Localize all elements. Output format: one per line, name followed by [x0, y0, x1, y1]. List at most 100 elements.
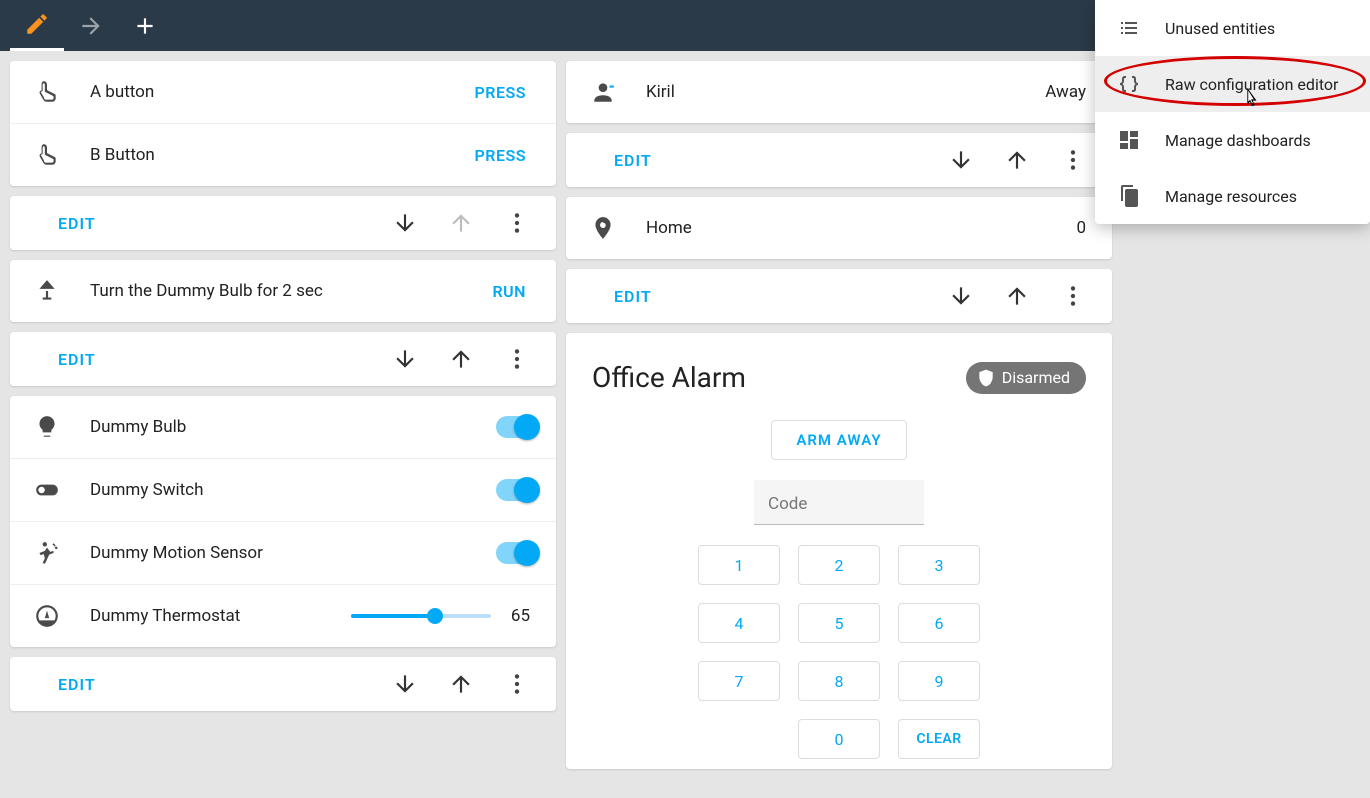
pencil-icon — [24, 11, 50, 37]
arrow-down-icon — [392, 671, 418, 697]
dashboard-icon — [1117, 128, 1141, 152]
move-up-button[interactable] — [1004, 283, 1030, 309]
keypad-2[interactable]: 2 — [798, 545, 880, 585]
move-up-button[interactable] — [448, 346, 474, 372]
menu-unused-entities[interactable]: Unused entities — [1095, 0, 1370, 56]
entity-label: Dummy Motion Sensor — [90, 543, 496, 563]
move-down-button[interactable] — [948, 283, 974, 309]
menu-item-label: Unused entities — [1165, 19, 1275, 38]
move-up-button[interactable] — [448, 671, 474, 697]
tab-next[interactable] — [64, 0, 118, 51]
script-card: Turn the Dummy Bulb for 2 sec RUN — [10, 260, 556, 322]
map-marker-icon — [586, 211, 620, 245]
overflow-menu-button[interactable] — [504, 346, 530, 372]
thermostat-slider[interactable] — [351, 614, 491, 618]
thermostat-value: 65 — [511, 606, 536, 626]
arrow-up-icon — [448, 210, 474, 236]
keypad-clear[interactable]: CLEAR — [898, 719, 980, 759]
menu-item-label: Raw configuration editor — [1165, 75, 1338, 94]
alarm-status-badge: Disarmed — [966, 362, 1086, 394]
move-up-button — [448, 210, 474, 236]
arrow-right-icon — [78, 13, 104, 39]
edit-button[interactable]: EDIT — [58, 214, 96, 233]
zone-value: 0 — [1076, 218, 1092, 238]
menu-item-label: Manage dashboards — [1165, 131, 1311, 150]
script-row[interactable]: Turn the Dummy Bulb for 2 sec RUN — [10, 260, 556, 322]
entity-row-bulb[interactable]: Dummy Bulb — [10, 396, 556, 458]
edit-button[interactable]: EDIT — [58, 350, 96, 369]
toggle-switch[interactable] — [496, 542, 536, 564]
entity-row-motion[interactable]: Dummy Motion Sensor — [10, 521, 556, 584]
edit-button[interactable]: EDIT — [58, 675, 96, 694]
edit-button[interactable]: EDIT — [614, 151, 652, 170]
script-label: Turn the Dummy Bulb for 2 sec — [90, 281, 483, 301]
person-card: Kiril Away — [566, 61, 1112, 123]
card-edit-bar: EDIT — [566, 269, 1112, 323]
buttons-card: A button PRESS B Button PRESS — [10, 61, 556, 186]
keypad-6[interactable]: 6 — [898, 603, 980, 643]
lamp-icon — [30, 274, 64, 308]
card-edit-bar: EDIT — [566, 133, 1112, 187]
code-input[interactable]: Code — [754, 480, 924, 525]
overflow-menu-button[interactable] — [504, 671, 530, 697]
move-down-button[interactable] — [948, 147, 974, 173]
card-edit-bar: EDIT — [10, 657, 556, 711]
braces-icon — [1117, 72, 1141, 96]
press-button[interactable]: PRESS — [465, 77, 536, 108]
alarm-keypad: 1 2 3 4 5 6 7 8 9 0 CLEAR — [592, 545, 1086, 759]
overflow-menu-button[interactable] — [504, 210, 530, 236]
toggle-switch[interactable] — [496, 479, 536, 501]
plus-icon — [132, 13, 158, 39]
move-down-button[interactable] — [392, 671, 418, 697]
entity-row-switch[interactable]: Dummy Switch — [10, 458, 556, 521]
entity-row-thermostat[interactable]: Dummy Thermostat 65 — [10, 584, 556, 647]
entities-card: Dummy Bulb Dummy Switch Dummy Motion Sen… — [10, 396, 556, 647]
keypad-7[interactable]: 7 — [698, 661, 780, 701]
overflow-menu: Unused entities Raw configuration editor… — [1095, 0, 1370, 224]
card-edit-bar: EDIT — [10, 332, 556, 386]
shield-off-icon — [976, 368, 996, 388]
person-row[interactable]: Kiril Away — [566, 61, 1112, 123]
move-down-button[interactable] — [392, 346, 418, 372]
dots-vertical-icon — [504, 346, 530, 372]
motion-sensor-icon — [30, 536, 64, 570]
toggle-switch[interactable] — [496, 416, 536, 438]
tab-add[interactable] — [118, 0, 172, 51]
menu-manage-dashboards[interactable]: Manage dashboards — [1095, 112, 1370, 168]
account-icon — [586, 75, 620, 109]
keypad-4[interactable]: 4 — [698, 603, 780, 643]
gesture-tap-icon — [30, 138, 64, 172]
menu-manage-resources[interactable]: Manage resources — [1095, 168, 1370, 224]
menu-raw-config-editor[interactable]: Raw configuration editor — [1095, 56, 1370, 112]
button-row-b[interactable]: B Button PRESS — [10, 123, 556, 186]
keypad-1[interactable]: 1 — [698, 545, 780, 585]
zone-row[interactable]: Home 0 — [566, 197, 1112, 259]
person-state: Away — [1045, 82, 1092, 102]
zone-card: Home 0 — [566, 197, 1112, 259]
press-button[interactable]: PRESS — [465, 140, 536, 171]
keypad-8[interactable]: 8 — [798, 661, 880, 701]
arrow-down-icon — [948, 283, 974, 309]
arrow-down-icon — [392, 346, 418, 372]
person-name: Kiril — [646, 82, 1045, 102]
edit-button[interactable]: EDIT — [614, 287, 652, 306]
dots-vertical-icon — [504, 671, 530, 697]
right-column: Kiril Away EDIT Home 0 EDIT — [566, 61, 1112, 769]
move-down-button[interactable] — [392, 210, 418, 236]
button-row-a[interactable]: A button PRESS — [10, 61, 556, 123]
keypad-3[interactable]: 3 — [898, 545, 980, 585]
run-button[interactable]: RUN — [483, 276, 537, 307]
keypad-0[interactable]: 0 — [798, 719, 880, 759]
tab-edit[interactable] — [10, 0, 64, 51]
keypad-9[interactable]: 9 — [898, 661, 980, 701]
overflow-menu-button[interactable] — [1060, 283, 1086, 309]
arm-away-button[interactable]: ARM AWAY — [771, 420, 906, 460]
arrow-up-icon — [1004, 283, 1030, 309]
lightbulb-icon — [30, 410, 64, 444]
alarm-card: Office Alarm Disarmed ARM AWAY Code 1 2 … — [566, 333, 1112, 769]
overflow-menu-button[interactable] — [1060, 147, 1086, 173]
keypad-5[interactable]: 5 — [798, 603, 880, 643]
list-icon — [1117, 16, 1141, 40]
dots-vertical-icon — [1060, 283, 1086, 309]
move-up-button[interactable] — [1004, 147, 1030, 173]
